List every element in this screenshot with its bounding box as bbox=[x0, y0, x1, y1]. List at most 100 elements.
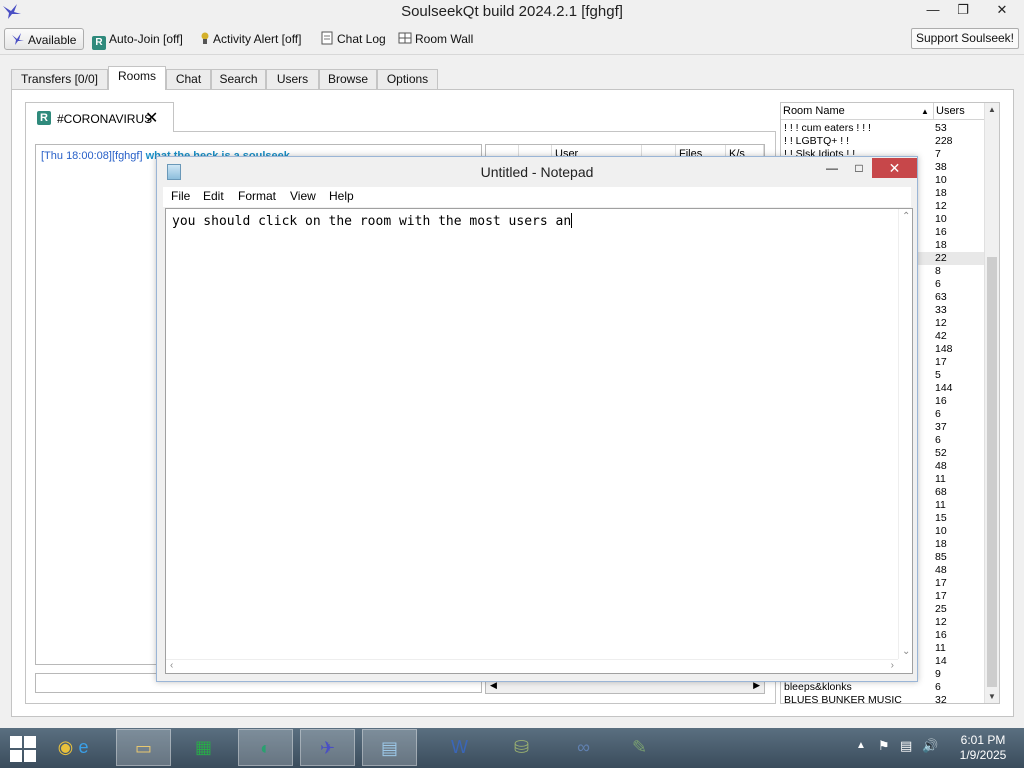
room-list-row[interactable]: bleeps&klonks 6 bbox=[781, 681, 986, 694]
chat-username[interactable]: [fghgf] bbox=[112, 150, 143, 162]
wall-icon bbox=[398, 30, 412, 44]
available-button[interactable]: Available bbox=[4, 28, 84, 50]
room-user-count: 11 bbox=[935, 642, 946, 654]
ie-icon[interactable]: e bbox=[56, 729, 111, 766]
tab-browse[interactable]: Browse bbox=[319, 69, 377, 90]
menu-view[interactable]: View bbox=[290, 189, 316, 203]
notepad-close-icon[interactable]: ✕ bbox=[872, 158, 917, 178]
clock-time: 6:01 PM bbox=[960, 733, 1006, 747]
room-wall-label: Room Wall bbox=[415, 32, 474, 46]
notepad-hscrollbar[interactable]: ‹ › bbox=[166, 659, 898, 673]
notepad-text-area[interactable]: you should click on the room with the mo… bbox=[165, 208, 913, 674]
soulseek-bird-icon bbox=[12, 33, 24, 45]
room-user-count: 6 bbox=[935, 434, 941, 446]
menu-help[interactable]: Help bbox=[329, 189, 354, 203]
restore-icon[interactable]: ❐ bbox=[948, 0, 978, 22]
soulseek-titlebar: SoulseekQt build 2024.2.1 [fghgf] — ❐ ✕ bbox=[0, 0, 1024, 24]
scroll-up-icon[interactable]: ⌃ bbox=[902, 211, 910, 222]
word-icon[interactable]: W bbox=[432, 729, 487, 766]
notepad-minimize-icon[interactable]: — bbox=[819, 158, 845, 178]
tab-users[interactable]: Users bbox=[266, 69, 319, 90]
start-button-icon[interactable] bbox=[10, 736, 36, 762]
link-app-icon[interactable]: ∞ bbox=[556, 729, 611, 766]
room-r-icon: R bbox=[92, 36, 106, 50]
network-app-icon[interactable]: ⛁ bbox=[494, 729, 549, 766]
room-list-row[interactable]: ! ! LGBTQ+ ! ! 228 bbox=[781, 135, 986, 148]
room-user-count: 6 bbox=[935, 681, 941, 693]
room-list-scrollbar[interactable]: ▲ ▼ bbox=[984, 103, 999, 703]
room-user-count: 18 bbox=[935, 538, 947, 550]
room-user-count: 52 bbox=[935, 447, 947, 459]
tray-overflow-icon[interactable]: ▲ bbox=[856, 740, 866, 751]
room-user-count: 37 bbox=[935, 421, 947, 433]
minimize-icon[interactable]: — bbox=[918, 0, 948, 22]
soulseek-toolbar: Available R Auto-Join [off] Activity Aler… bbox=[0, 25, 1024, 55]
room-user-count: 25 bbox=[935, 603, 947, 615]
close-icon[interactable]: ✕ bbox=[982, 0, 1022, 22]
room-user-count: 6 bbox=[935, 278, 941, 290]
support-soulseek-button[interactable]: Support Soulseek! bbox=[910, 28, 1019, 49]
room-user-count: 11 bbox=[935, 473, 946, 485]
room-user-count: 6 bbox=[935, 408, 941, 420]
room-user-count: 7 bbox=[935, 148, 941, 160]
tab-transfers[interactable]: Transfers [0/0] bbox=[11, 69, 108, 90]
room-user-count: 16 bbox=[935, 226, 947, 238]
activity-alert-button[interactable]: Activity Alert [off] bbox=[200, 28, 301, 50]
log-icon bbox=[320, 30, 334, 45]
notepad-maximize-icon[interactable]: □ bbox=[846, 158, 872, 178]
room-list-row[interactable]: BLUES BUNKER MUSIC 32 bbox=[781, 694, 986, 704]
menu-file[interactable]: File bbox=[171, 189, 190, 203]
auto-join-button[interactable]: R Auto-Join [off] bbox=[92, 28, 183, 50]
room-user-count: 10 bbox=[935, 174, 947, 186]
text-caret bbox=[571, 213, 573, 228]
room-user-count: 228 bbox=[935, 135, 953, 147]
store-icon[interactable]: ▦ bbox=[176, 729, 231, 766]
room-user-count: 17 bbox=[935, 577, 947, 589]
scroll-thumb[interactable] bbox=[987, 257, 997, 687]
menu-edit[interactable]: Edit bbox=[203, 189, 224, 203]
taskbar: ◉ e ▭ ▦ ◐ ✈ ▤ W ⛁ ∞ ✎ ▲ ⚑ ▤ 🔊 6:01 PM 1/9/2025 bbox=[0, 728, 1024, 768]
notepad-window: Untitled - Notepad — □ ✕ File Edit Forma… bbox=[156, 156, 918, 682]
room-user-count: 33 bbox=[935, 304, 947, 316]
scroll-right-icon[interactable]: › bbox=[891, 660, 894, 671]
notepad-title: Untitled - Notepad bbox=[480, 164, 594, 180]
scroll-down-icon[interactable]: ⌄ bbox=[902, 646, 910, 657]
volume-icon[interactable]: 🔊 bbox=[922, 738, 938, 754]
scroll-left-icon[interactable]: ‹ bbox=[170, 660, 173, 671]
notepad-text: you should click on the room with the mo… bbox=[172, 214, 572, 229]
scroll-up-icon[interactable]: ▲ bbox=[988, 105, 996, 114]
soulseek-icon[interactable]: ✈ bbox=[300, 729, 355, 766]
close-room-icon[interactable]: ✕ bbox=[145, 108, 158, 128]
room-name-column-header[interactable]: Room Name bbox=[783, 103, 845, 120]
menu-format[interactable]: Format bbox=[238, 189, 276, 203]
paint-icon[interactable]: ✎ bbox=[612, 729, 667, 766]
app-circle-icon[interactable]: ◐ bbox=[238, 729, 293, 766]
room-user-count: 12 bbox=[935, 200, 947, 212]
scroll-down-icon[interactable]: ▼ bbox=[988, 692, 996, 701]
clock[interactable]: 6:01 PM 1/9/2025 bbox=[950, 733, 1016, 763]
tab-search[interactable]: Search bbox=[211, 69, 266, 90]
users-column-header[interactable]: Users bbox=[933, 103, 965, 120]
notepad-titlebar[interactable]: Untitled - Notepad — □ ✕ bbox=[157, 157, 917, 187]
room-tab-coronavirus[interactable]: R #CORONAVIRUS ✕ bbox=[25, 102, 174, 132]
sort-up-icon: ▲ bbox=[921, 107, 929, 116]
tab-options[interactable]: Options bbox=[377, 69, 438, 90]
notepad-vscrollbar[interactable]: ⌃ ⌄ bbox=[898, 209, 912, 659]
file-explorer-icon[interactable]: ▭ bbox=[116, 729, 171, 766]
flag-icon[interactable]: ⚑ bbox=[878, 738, 890, 754]
room-name: BLUES BUNKER MUSIC bbox=[784, 694, 902, 704]
chat-timestamp: [Thu 18:00:08] bbox=[41, 150, 112, 162]
room-user-count: 22 bbox=[935, 252, 947, 264]
room-list-header: Room Name ▲ Users bbox=[781, 103, 986, 120]
room-wall-button[interactable]: Room Wall bbox=[398, 28, 473, 50]
room-user-count: 8 bbox=[935, 265, 941, 277]
notepad-icon[interactable]: ▤ bbox=[362, 729, 417, 766]
network-icon[interactable]: ▤ bbox=[900, 738, 912, 754]
room-list-row[interactable]: ! ! ! cum eaters ! ! ! 53 bbox=[781, 122, 986, 135]
room-tab-label: #CORONAVIRUS bbox=[57, 112, 153, 126]
room-user-count: 148 bbox=[935, 343, 953, 355]
tab-rooms[interactable]: Rooms bbox=[108, 66, 166, 90]
chat-log-button[interactable]: Chat Log bbox=[320, 28, 386, 50]
tab-chat[interactable]: Chat bbox=[166, 69, 211, 90]
room-user-count: 5 bbox=[935, 369, 941, 381]
